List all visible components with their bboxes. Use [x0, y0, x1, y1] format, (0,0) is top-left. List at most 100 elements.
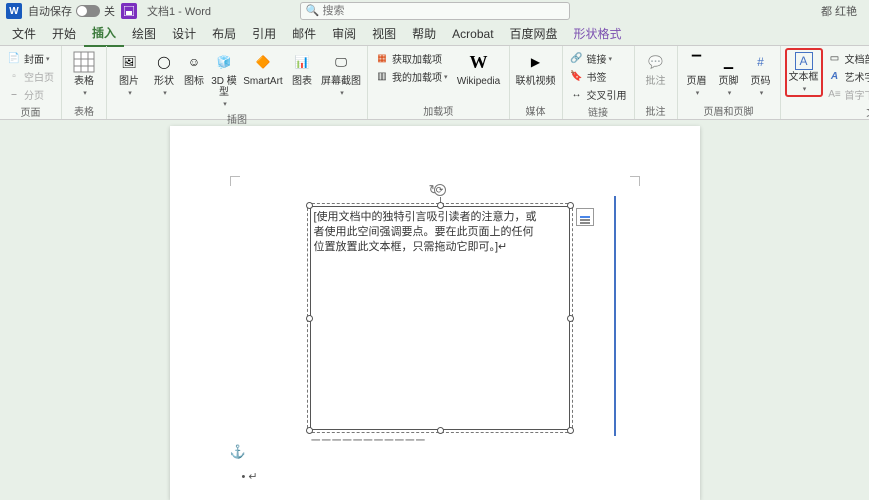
tab-layout[interactable]: 布局 — [204, 22, 244, 46]
tab-baidu[interactable]: 百度网盘 — [502, 22, 566, 46]
tab-shape-format[interactable]: 形状格式 — [566, 22, 630, 46]
autosave-state: 关 — [104, 3, 115, 19]
resize-handle-w[interactable] — [306, 315, 313, 322]
text-box[interactable]: ⟳ [使用文档中的独特引言吸引读者的注意力，或者使用此空间强调要点。要在此页面上… — [310, 206, 570, 430]
cover-page-button[interactable]: 📄封面▾ — [4, 50, 57, 67]
chart-label: 图表 — [292, 76, 312, 87]
shapes-icon: ◯ — [152, 50, 176, 74]
my-addins-button[interactable]: ▥我的加载项▾ — [372, 68, 451, 85]
picture-button[interactable]: 🖼图片▾ — [111, 48, 147, 99]
screenshot-label: 屏幕截图 — [321, 76, 361, 87]
cover-label: 封面 — [24, 51, 44, 66]
chart-icon: 📊 — [290, 50, 314, 74]
anchor-icon[interactable]: ⚓ — [230, 444, 246, 460]
dropcap-label: 首字下沉 — [845, 87, 869, 102]
save-button[interactable] — [121, 3, 137, 19]
tab-help[interactable]: 帮助 — [404, 22, 444, 46]
autosave-label: 自动保存 — [28, 3, 72, 19]
textbox-label: 文本框 — [789, 72, 819, 83]
video-icon: ▶ — [524, 50, 548, 74]
pagenum-icon: # — [749, 50, 773, 74]
screenshot-icon: 🖵 — [329, 50, 353, 74]
paragraph-mark: • ↵ — [242, 470, 258, 483]
blank-page-button[interactable]: ▫空白页 — [4, 68, 57, 85]
tab-view[interactable]: 视图 — [364, 22, 404, 46]
group-media: ▶联机视频 媒体 — [510, 46, 563, 119]
ribbon-tabs: 文件 开始 插入 绘图 设计 布局 引用 邮件 审阅 视图 帮助 Acrobat… — [0, 22, 869, 46]
cover-icon: 📄 — [7, 52, 21, 66]
blank-label: 空白页 — [24, 69, 54, 84]
screenshot-button[interactable]: 🖵屏幕截图▾ — [319, 48, 363, 99]
group-links: 🔗链接▾ 🔖书签 ↔交叉引用 链接 — [563, 46, 635, 119]
3d-model-button[interactable]: 🧊3D 模型▾ — [209, 48, 239, 110]
margin-corner-tr — [630, 176, 640, 186]
resize-handle-s[interactable] — [437, 427, 444, 434]
group-text: A文本框▾ ▭文档部件▾ A艺术字▾ A≡首字下沉▾ ✎签名行▾ 🗓日期和时间 … — [781, 46, 869, 119]
user-name[interactable]: 都 红艳 — [821, 3, 857, 19]
group-label-text: 文本 — [785, 103, 869, 120]
tab-design[interactable]: 设计 — [164, 22, 204, 46]
resize-handle-se[interactable] — [567, 427, 574, 434]
text-box-content[interactable]: [使用文档中的独特引言吸引读者的注意力，或者使用此空间强调要点。要在此页面上的任… — [314, 210, 542, 255]
resize-handle-ne[interactable] — [567, 202, 574, 209]
wikipedia-button[interactable]: WWikipedia — [453, 48, 505, 87]
footer-icon: ▁ — [717, 50, 741, 74]
resize-handle-e[interactable] — [567, 315, 574, 322]
table-button[interactable]: 表格▾ — [66, 48, 102, 99]
textbox-button[interactable]: A文本框▾ — [785, 48, 823, 97]
tab-acrobat[interactable]: Acrobat — [444, 22, 501, 46]
smartart-button[interactable]: 🔶SmartArt — [241, 48, 285, 87]
store-icon: ▦ — [375, 52, 389, 66]
tab-references[interactable]: 引用 — [244, 22, 284, 46]
rotate-handle[interactable]: ⟳ — [434, 184, 446, 196]
link-button[interactable]: 🔗链接▾ — [567, 50, 630, 67]
document-area[interactable]: ↻ ⟳ [使用文档中的独特引言吸引读者的注意力，或者使用此空间强调要点。要在此页… — [0, 120, 869, 500]
footer-button[interactable]: ▁页脚▾ — [714, 48, 744, 99]
quickparts-label: 文档部件 — [845, 51, 869, 66]
bookmark-label: 书签 — [587, 69, 607, 84]
get-addins-button[interactable]: ▦获取加载项 — [372, 50, 451, 67]
group-comments: 💬批注 批注 — [635, 46, 678, 119]
smartart-label: SmartArt — [243, 76, 282, 87]
pagenum-button[interactable]: #页码▾ — [746, 48, 776, 99]
table-label: 表格 — [74, 76, 94, 87]
addin-icon: ▥ — [375, 70, 389, 84]
shapes-button[interactable]: ◯形状▾ — [149, 48, 179, 99]
tab-review[interactable]: 审阅 — [324, 22, 364, 46]
picture-icon: 🖼 — [117, 50, 141, 74]
tab-draw[interactable]: 绘图 — [124, 22, 164, 46]
toggle-switch-icon[interactable] — [76, 5, 100, 17]
resize-handle-nw[interactable] — [306, 202, 313, 209]
tab-mail[interactable]: 邮件 — [284, 22, 324, 46]
floppy-icon — [124, 6, 134, 16]
comment-button[interactable]: 💬批注 — [639, 48, 673, 87]
header-button[interactable]: ▔页眉▾ — [682, 48, 712, 99]
tab-home[interactable]: 开始 — [44, 22, 84, 46]
header-label: 页眉 — [687, 76, 707, 87]
online-video-button[interactable]: ▶联机视频 — [514, 48, 558, 87]
ribbon: 📄封面▾ ▫空白页 ⎯分页 页面 表格▾ 表格 🖼图片▾ ◯形状▾ ☺图标 🧊3… — [0, 46, 869, 120]
resize-handle-n[interactable] — [437, 202, 444, 209]
page[interactable]: ↻ ⟳ [使用文档中的独特引言吸引读者的注意力，或者使用此空间强调要点。要在此页… — [170, 126, 700, 500]
icons-button[interactable]: ☺图标 — [181, 48, 207, 87]
tab-file[interactable]: 文件 — [4, 22, 44, 46]
tab-insert[interactable]: 插入 — [84, 21, 124, 47]
vertical-guide-line — [614, 196, 616, 436]
blank-icon: ▫ — [7, 70, 21, 84]
pagenum-label: 页码 — [751, 76, 771, 87]
bookmark-button[interactable]: 🔖书签 — [567, 68, 630, 85]
quickparts-button[interactable]: ▭文档部件▾ — [825, 50, 869, 67]
chart-button[interactable]: 📊 图表 — [287, 48, 317, 87]
wordart-button[interactable]: A艺术字▾ — [825, 68, 869, 85]
dropcap-icon: A≡ — [828, 88, 842, 102]
crossref-button[interactable]: ↔交叉引用 — [567, 86, 630, 103]
autosave-toggle[interactable]: 自动保存 关 — [28, 3, 115, 19]
comment-icon: 💬 — [644, 50, 668, 74]
overflow-text-hint: ▁▁▁▁▁▁▁▁▁▁▁ — [312, 428, 427, 441]
group-label-tables: 表格 — [66, 102, 102, 119]
search-input[interactable] — [300, 2, 570, 20]
page-break-button[interactable]: ⎯分页 — [4, 86, 57, 103]
dropcap-button[interactable]: A≡首字下沉▾ — [825, 86, 869, 103]
shapes-label: 形状 — [154, 76, 174, 87]
layout-options-button[interactable] — [576, 208, 594, 226]
